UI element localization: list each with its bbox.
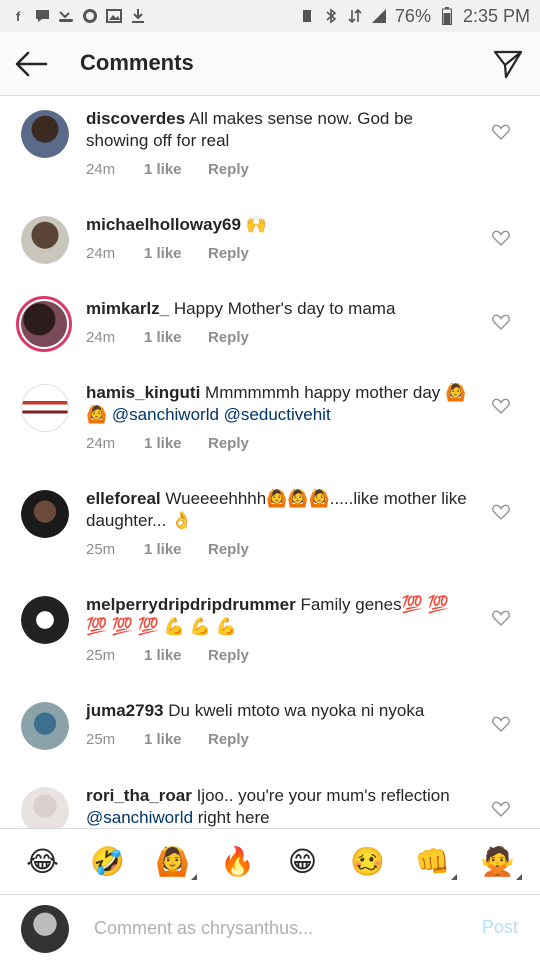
comment-time: 25m (86, 647, 116, 664)
comment-likes[interactable]: 1 like (144, 541, 208, 558)
battery-percent: 76% (394, 5, 431, 26)
comment-time: 24m (86, 435, 116, 452)
comment-time: 24m (86, 161, 116, 178)
avatar-story-ring[interactable] (16, 296, 72, 352)
back-arrow-icon[interactable] (14, 50, 48, 78)
comment-likes[interactable]: 1 like (144, 731, 208, 748)
whatsapp-icon (82, 8, 98, 24)
signal-icon (371, 8, 387, 24)
comment-username[interactable]: melperrydripdripdrummer (86, 595, 296, 614)
battery-icon (439, 7, 455, 25)
like-heart-icon[interactable] (492, 610, 510, 626)
comment-text: Happy Mother's day to mama (173, 299, 396, 318)
comment-input[interactable] (94, 913, 454, 943)
message-icon (34, 8, 50, 24)
comments-list[interactable]: discoverdes All makes sense now. God be … (0, 96, 540, 828)
post-button[interactable]: Post (482, 917, 518, 938)
comment-username[interactable]: rori_tha_roar (86, 786, 192, 805)
avatar[interactable] (21, 490, 69, 538)
gallery-icon (106, 8, 122, 24)
like-heart-icon[interactable] (492, 398, 510, 414)
missed-call-icon (58, 8, 74, 24)
bluetooth-icon (323, 8, 339, 24)
comment-mentions[interactable]: @sanchiworld @seductivehit (112, 405, 331, 424)
emoji-person-no-button[interactable]: 🙅 (478, 842, 522, 882)
like-heart-icon[interactable] (492, 124, 510, 140)
comments-header: Comments (0, 32, 540, 96)
avatar[interactable] (21, 110, 69, 158)
reply-button[interactable]: Reply (208, 647, 249, 664)
comment-text: 🙌 (245, 215, 267, 234)
comment-username[interactable]: elleforeal (86, 489, 161, 508)
comment-text: Du kweli mtoto wa nyoka ni nyoka (168, 701, 425, 720)
avatar[interactable] (21, 702, 69, 750)
reply-button[interactable]: Reply (208, 541, 249, 558)
comment-likes[interactable]: 1 like (144, 435, 208, 452)
comment-username[interactable]: michaelholloway69 (86, 215, 241, 234)
quick-emoji-bar: 😂 🤣 🙆 🔥 😁 🥴 👊 🙅 (0, 828, 540, 894)
direct-send-icon[interactable] (492, 48, 524, 80)
like-heart-icon[interactable] (492, 716, 510, 732)
status-bar: f 76% 2:35 PM (0, 0, 540, 32)
emoji-rofl-button[interactable]: 🤣 (88, 842, 128, 882)
emoji-joy-button[interactable]: 😂 (23, 842, 63, 882)
facebook-icon: f (15, 8, 21, 24)
emoji-woozy-button[interactable]: 🥴 (348, 842, 388, 882)
comment-time: 25m (86, 731, 116, 748)
comment-text: Ijoo.. you're your mum's reflection (196, 786, 450, 805)
comment-username[interactable]: discoverdes (86, 109, 185, 128)
comment-username[interactable]: juma2793 (86, 701, 164, 720)
like-heart-icon[interactable] (492, 230, 510, 246)
like-heart-icon[interactable] (492, 314, 510, 330)
comment-time: 24m (86, 329, 116, 346)
comment-username[interactable]: hamis_kinguti (86, 383, 200, 402)
emoji-person-ok-button[interactable]: 🙆 (153, 842, 197, 882)
reply-button[interactable]: Reply (208, 435, 249, 452)
comment-username[interactable]: mimkarlz_ (86, 299, 169, 318)
comment-likes[interactable]: 1 like (144, 647, 208, 664)
page-title: Comments (80, 50, 194, 75)
comment-likes[interactable]: 1 like (144, 161, 208, 178)
like-heart-icon[interactable] (492, 504, 510, 520)
reply-button[interactable]: Reply (208, 329, 249, 346)
reply-button[interactable]: Reply (208, 245, 249, 262)
vibrate-icon (299, 8, 315, 24)
emoji-grin-button[interactable]: 😁 (283, 842, 323, 882)
avatar[interactable] (21, 596, 69, 644)
clock: 2:35 PM (462, 5, 530, 26)
skin-tone-indicator-icon (450, 873, 457, 880)
emoji-fire-button[interactable]: 🔥 (218, 842, 258, 882)
network-4g-icon (347, 8, 363, 24)
comment-text-after: right here (197, 808, 270, 827)
emoji-fist-button[interactable]: 👊 (413, 842, 457, 882)
comment-likes[interactable]: 1 like (144, 329, 208, 346)
download-icon (130, 8, 146, 24)
like-heart-icon[interactable] (492, 801, 510, 817)
skin-tone-indicator-icon (515, 873, 522, 880)
my-avatar (21, 905, 69, 953)
avatar[interactable] (21, 787, 69, 828)
comment-time: 24m (86, 245, 116, 262)
reply-button[interactable]: Reply (208, 731, 249, 748)
comment-composer: Post (0, 894, 540, 960)
comment-time: 25m (86, 541, 116, 558)
avatar[interactable] (21, 384, 69, 432)
comment-likes[interactable]: 1 like (144, 245, 208, 262)
reply-button[interactable]: Reply (208, 161, 249, 178)
skin-tone-indicator-icon (190, 873, 197, 880)
comment-mentions[interactable]: @sanchiworld (86, 808, 193, 827)
avatar[interactable] (21, 216, 69, 264)
